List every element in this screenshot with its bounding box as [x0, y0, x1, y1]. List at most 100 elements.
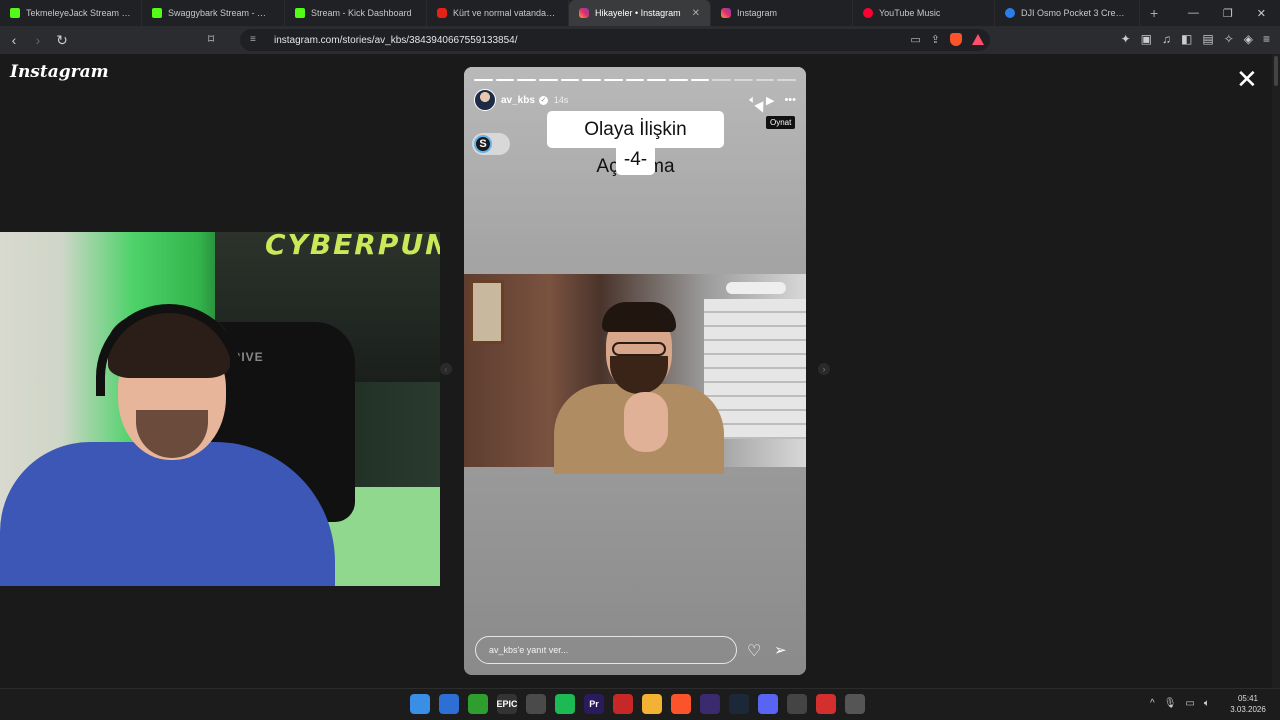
- browser-tab[interactable]: TekmeleyeJack Stream - Watch: [0, 0, 142, 26]
- browser-tab[interactable]: Swaggybark Stream - Watch L: [142, 0, 285, 26]
- previous-story-button[interactable]: ‹: [440, 363, 452, 375]
- windows-taskbar: EPIC Pr ^ 🎙︎ ▭ 🔈︎ 05:41 3.03.2026: [0, 688, 1280, 720]
- bookmark-icon[interactable]: ⌑: [208, 32, 214, 46]
- kick-icon: [10, 8, 20, 18]
- progress-segment: [690, 79, 710, 81]
- forward-button[interactable]: ›: [28, 32, 48, 48]
- tab-label: Kürt ve normal vatandaş - You: [453, 8, 558, 18]
- toggle-knob: S: [474, 135, 492, 153]
- system-tray: ^ 🎙︎ ▭ 🔈︎: [1150, 698, 1210, 709]
- record-app-icon[interactable]: [613, 694, 633, 714]
- story-timestamp: 14s: [553, 95, 569, 105]
- new-tab-button[interactable]: +: [1140, 5, 1168, 21]
- progress-segment: [495, 79, 515, 81]
- monitor-app-icon[interactable]: [439, 694, 459, 714]
- vpn-icon[interactable]: ◈: [1244, 32, 1253, 46]
- like-heart-icon[interactable]: ♡: [747, 641, 761, 661]
- progress-segment: [669, 79, 688, 81]
- play-button[interactable]: ▶: [766, 94, 774, 107]
- extensions-icon[interactable]: ✦: [1121, 32, 1131, 46]
- youtube-icon: [437, 8, 447, 18]
- tab-label: Instagram: [737, 8, 778, 18]
- windows-start-icon[interactable]: [410, 694, 430, 714]
- discord-icon[interactable]: [758, 694, 778, 714]
- taskbar-clock[interactable]: 05:41 3.03.2026: [1226, 693, 1270, 715]
- reload-button[interactable]: ↻: [52, 32, 72, 49]
- story-title-line1: Olaya İlişkin Açıklama: [547, 111, 724, 177]
- minimize-button[interactable]: —: [1188, 7, 1199, 20]
- display-icon[interactable]: ▭: [1185, 698, 1194, 709]
- story-username[interactable]: av_kbs: [501, 95, 535, 106]
- speaker-icon[interactable]: 🔈︎: [1204, 698, 1210, 709]
- wallet-icon[interactable]: ▤: [1202, 32, 1213, 46]
- cast-icon[interactable]: ▭: [910, 33, 920, 46]
- sidebar-icon[interactable]: ◧: [1181, 32, 1192, 46]
- address-bar-actions: ▭ ⇪: [910, 33, 984, 46]
- leo-ai-icon[interactable]: ✧: [1224, 32, 1234, 46]
- brave-rewards-icon[interactable]: [972, 34, 984, 45]
- close-tab-icon[interactable]: ✕: [692, 8, 700, 19]
- speaker-glasses: [612, 342, 666, 356]
- site-settings-icon[interactable]: ≡: [250, 34, 256, 45]
- avatar[interactable]: [474, 89, 496, 111]
- tray-overflow-icon[interactable]: ^: [1150, 698, 1155, 709]
- tab-label: DJI Osmo Pocket 3 Creator Co: [1021, 8, 1129, 18]
- tab-label: YouTube Music: [879, 8, 941, 18]
- brave-shields-icon[interactable]: [950, 33, 962, 46]
- clock-date: 3.03.2026: [1230, 705, 1266, 714]
- clock-time: 05:41: [1237, 694, 1259, 703]
- speaker-hand: [624, 392, 668, 452]
- file-explorer-icon[interactable]: [642, 694, 662, 714]
- close-window-button[interactable]: ✕: [1257, 7, 1266, 20]
- obs-icon[interactable]: [700, 694, 720, 714]
- story-progress-bar: [474, 79, 797, 81]
- github-icon[interactable]: [787, 694, 807, 714]
- spotify-icon[interactable]: [555, 694, 575, 714]
- kick-icon: [152, 8, 162, 18]
- progress-segment: [604, 79, 623, 81]
- address-bar[interactable]: ⌑ ≡ instagram.com/stories/av_kbs/3843940…: [208, 29, 990, 51]
- page-scrollbar[interactable]: [1272, 54, 1280, 688]
- restore-button[interactable]: ❐: [1223, 7, 1233, 20]
- screenshot-icon[interactable]: ▣: [1141, 32, 1152, 46]
- progress-segment: [734, 79, 753, 81]
- epic-games-icon[interactable]: EPIC: [497, 694, 518, 714]
- browser-toolbar: ‹ › ↻ ⌑ ≡ instagram.com/stories/av_kbs/3…: [0, 26, 1280, 54]
- more-options-icon[interactable]: •••: [784, 94, 796, 107]
- steam-icon[interactable]: [729, 694, 749, 714]
- share-icon[interactable]: ⇪: [931, 33, 940, 46]
- settings-icon[interactable]: [845, 694, 865, 714]
- back-button[interactable]: ‹: [4, 32, 24, 48]
- browser-tab[interactable]: DJI Osmo Pocket 3 Creator Co: [995, 0, 1140, 26]
- next-story-button[interactable]: ›: [818, 363, 830, 375]
- sticker-toggle[interactable]: S: [472, 133, 510, 155]
- browser-tab[interactable]: Stream - Kick Dashboard: [285, 0, 427, 26]
- ceiling-lamp: [726, 282, 786, 294]
- close-story-button[interactable]: ✕: [1236, 66, 1258, 92]
- calculator-icon[interactable]: [526, 694, 546, 714]
- reply-input[interactable]: av_kbs'e yanıt ver...: [475, 636, 737, 664]
- microphone-icon[interactable]: 🎙︎: [1164, 698, 1177, 709]
- browser-tab[interactable]: Kürt ve normal vatandaş - You: [427, 0, 569, 26]
- speaker-person: [554, 298, 724, 474]
- amd-icon[interactable]: [816, 694, 836, 714]
- menu-icon[interactable]: ≡: [1263, 32, 1270, 46]
- browser-tab-strip: TekmeleyeJack Stream - Watch Swaggybark S…: [0, 0, 1280, 26]
- media-icon[interactable]: ♫: [1162, 32, 1171, 46]
- story-viewer[interactable]: av_kbs ✓ 14s 🔈︎ ▶ ••• Oynat S Olaya İliş…: [464, 67, 806, 675]
- story-video-frame: [464, 274, 806, 474]
- youtube-music-icon: [863, 8, 873, 18]
- xbox-icon[interactable]: [468, 694, 488, 714]
- tab-label: Stream - Kick Dashboard: [311, 8, 412, 18]
- browser-tab[interactable]: YouTube Music: [853, 0, 995, 26]
- wall-frame: [470, 280, 504, 344]
- instagram-logo[interactable]: Instagram: [10, 62, 109, 82]
- instagram-story-page: Instagram ✕ CYBERPUNK DRIVE ‹ › av_kbs ✓…: [0, 54, 1280, 688]
- progress-segment: [517, 79, 537, 81]
- url-text[interactable]: instagram.com/stories/av_kbs/38439406675…: [274, 35, 518, 46]
- brave-browser-icon[interactable]: [671, 694, 691, 714]
- browser-tab[interactable]: Instagram: [711, 0, 853, 26]
- premiere-icon[interactable]: Pr: [584, 694, 604, 714]
- browser-tab[interactable]: Hikayeler • Instagram ✕: [569, 0, 711, 26]
- send-icon[interactable]: ➢: [774, 641, 787, 659]
